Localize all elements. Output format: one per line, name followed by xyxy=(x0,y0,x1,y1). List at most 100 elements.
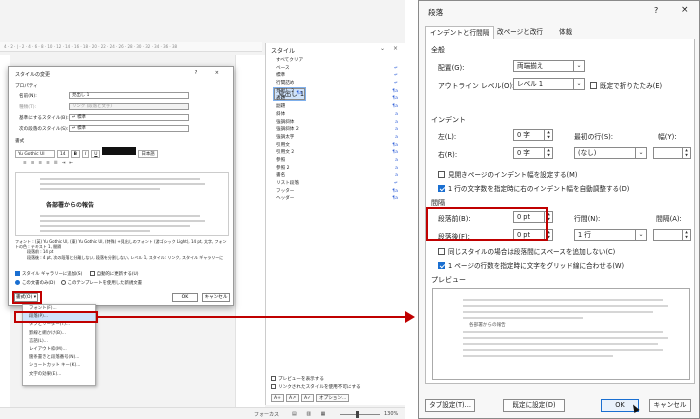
outline-level-select[interactable]: レベル 1 ⌄ xyxy=(513,78,585,90)
format-menu-item[interactable]: 箇条書きと段落番号(N)... xyxy=(23,354,95,362)
alignment-select[interactable]: 両端揃え ⌄ xyxy=(513,60,585,72)
style-item[interactable]: 標準 ↵ xyxy=(274,72,400,80)
linked-option[interactable]: リンクされたスタイルを使用不可にする xyxy=(271,384,361,392)
based-on-select[interactable]: ↵ 標準 xyxy=(69,114,189,121)
bold-button[interactable]: B xyxy=(70,150,80,158)
first-line-select[interactable]: (なし) ⌄ xyxy=(574,147,647,159)
style-item[interactable]: 引用文 2 ¶a xyxy=(274,149,400,157)
name-input[interactable]: 見出し 1 xyxy=(69,92,189,99)
style-item[interactable]: 斜体 a xyxy=(274,111,400,119)
zoom-level[interactable]: 130% xyxy=(384,411,398,417)
spinner-arrows-icon[interactable]: ▲ ▼ xyxy=(682,148,690,158)
style-item[interactable]: 強調太字 a xyxy=(274,134,400,142)
style-item[interactable]: 書名 a xyxy=(274,172,400,180)
snap-to-grid-checkbox[interactable] xyxy=(438,262,445,269)
focus-button[interactable]: フォーカス xyxy=(254,411,279,418)
style-item[interactable]: すべてクリア xyxy=(274,57,400,65)
template-radio[interactable] xyxy=(60,280,66,285)
zoom-slider-knob[interactable] xyxy=(356,411,359,418)
style-item[interactable]: フッター ¶a xyxy=(274,188,400,196)
underline-button[interactable]: U xyxy=(91,150,101,158)
styles-pane-controls[interactable]: ⌄ × xyxy=(380,45,401,52)
gallery-checkbox[interactable] xyxy=(15,271,20,276)
this-doc-radio[interactable] xyxy=(15,280,20,285)
view-buttons[interactable]: ▤ ▥ ▦ xyxy=(292,411,329,417)
style-item[interactable]: 見出し 2 ¶a xyxy=(274,88,400,96)
spinner-arrows-icon[interactable]: ▲ ▼ xyxy=(544,148,552,158)
align-justify-icon[interactable]: ≡ xyxy=(46,161,54,166)
style-item[interactable]: ベース ↵ xyxy=(274,65,400,73)
auto-adjust-option[interactable]: 1 行の文字数を指定時に右のインデント幅を自動調整する(D) xyxy=(438,183,629,193)
style-item[interactable]: 参照 2 a xyxy=(274,165,400,173)
font-color-select[interactable] xyxy=(102,147,137,155)
style-item[interactable]: 強調斜体 2 a xyxy=(274,126,400,134)
style-item[interactable]: 参照 a xyxy=(274,157,400,165)
style-item-label: すべてクリア xyxy=(276,58,304,63)
style-item-label: 参照 xyxy=(276,157,286,163)
style-type-icon: ¶a xyxy=(392,196,398,202)
collapsed-default-option[interactable]: 既定で折りたたみ(E) xyxy=(590,80,662,90)
modify-ok-button[interactable]: OK xyxy=(172,293,198,302)
options-button[interactable]: オプション... xyxy=(316,394,350,402)
callout-arrow-line xyxy=(98,316,408,318)
auto-adjust-checkbox[interactable] xyxy=(438,185,445,192)
spinner-arrows-icon[interactable]: ▲ ▼ xyxy=(544,130,552,140)
align-right-icon[interactable]: ≡ xyxy=(38,161,46,166)
zoom-slider[interactable] xyxy=(340,414,380,415)
linked-checkbox[interactable] xyxy=(271,384,276,389)
modify-cancel-button[interactable]: キャンセル xyxy=(202,293,230,302)
style-item[interactable]: 表題 ¶a xyxy=(274,95,400,103)
tab-typography[interactable]: 体裁 xyxy=(555,26,576,40)
style-inspector-icon[interactable]: A↗ xyxy=(286,394,299,402)
styles-pane-title: スタイル xyxy=(271,48,296,55)
tab-line-page-breaks[interactable]: 改ページと改行 xyxy=(493,26,547,40)
collapsed-default-checkbox[interactable] xyxy=(590,82,597,89)
format-menu-item[interactable]: レイアウト枠(M)... xyxy=(23,346,95,354)
line-spacing-select[interactable]: 1 行 ⌄ xyxy=(574,229,647,241)
outdent-icon[interactable]: ⇤ xyxy=(69,161,77,166)
tabs-button[interactable]: タブ設定(T)... xyxy=(425,399,475,412)
no-space-same-style-checkbox[interactable] xyxy=(438,248,445,255)
cancel-button[interactable]: キャンセル xyxy=(649,399,691,412)
manage-styles-icon[interactable]: A✓ xyxy=(301,394,314,402)
modify-dialog-controls[interactable]: ? × xyxy=(195,70,227,76)
left-indent-spinner[interactable]: 0 字 ▲ ▼ xyxy=(513,129,553,141)
width-spinner[interactable]: ▲ ▼ xyxy=(653,147,691,159)
no-space-same-style-option[interactable]: 同じスタイルの場合は段落間にスペースを追加しない(C) xyxy=(438,246,615,256)
language-select[interactable]: 日本語 xyxy=(138,150,158,158)
snap-to-grid-option[interactable]: 1 ページの行数を指定時に文字をグリッド線に合わせる(W) xyxy=(438,260,624,270)
format-menu-item[interactable]: 罫線と網かけ(B)... xyxy=(23,330,95,338)
new-style-icon[interactable]: A+ xyxy=(271,394,284,402)
style-item[interactable]: 副題 ¶a xyxy=(274,103,400,111)
style-item[interactable]: ヘッダー ¶a xyxy=(274,195,400,203)
next-style-select[interactable]: ↵ 標準 xyxy=(69,125,189,132)
italic-button[interactable]: I xyxy=(81,150,90,158)
right-indent-spinner[interactable]: 0 字 ▲ ▼ xyxy=(513,147,553,159)
spinner-arrows-icon[interactable]: ▲ ▼ xyxy=(682,230,690,240)
style-item[interactable]: リスト段落 ↵ xyxy=(274,180,400,188)
font-select[interactable]: Yu Gothic UI xyxy=(15,150,55,158)
format-menu-item[interactable]: 言語(L)... xyxy=(23,338,95,346)
mirror-indents-checkbox[interactable] xyxy=(438,171,445,178)
auto-update-checkbox[interactable] xyxy=(89,271,95,276)
set-default-button[interactable]: 既定に設定(D) xyxy=(503,399,565,412)
style-type-icon: ↵ xyxy=(394,73,398,79)
style-item[interactable]: 行間詰め ↵ xyxy=(274,80,400,88)
close-icon[interactable]: × xyxy=(681,5,689,15)
format-menu-item[interactable]: ショートカット キー(K)... xyxy=(23,362,95,370)
paragraph-dialog-title: 段落 xyxy=(428,8,444,17)
preview-checkbox[interactable] xyxy=(271,376,276,381)
style-type-icon: a xyxy=(395,173,398,179)
mirror-indents-option[interactable]: 見開きページのインデント幅を設定する(M) xyxy=(438,169,577,179)
tab-indent-spacing[interactable]: インデントと行間隔 xyxy=(425,26,495,40)
spacing-at-spinner[interactable]: ▲ ▼ xyxy=(653,229,691,241)
help-icon[interactable]: ? xyxy=(654,6,658,15)
preview-option[interactable]: プレビューを表示する xyxy=(271,376,361,384)
style-item[interactable]: 引用文 ¶a xyxy=(274,142,400,150)
format-menu-item[interactable]: 文字の効果(E)... xyxy=(23,371,95,379)
line-spacing-icon[interactable]: ☰ xyxy=(54,161,62,166)
size-select[interactable]: 14 xyxy=(57,150,69,158)
style-item[interactable]: 強調斜体 a xyxy=(274,119,400,127)
based-on-label: 基準にするスタイル(B): xyxy=(19,116,69,121)
align-left-icon[interactable]: ≡ xyxy=(23,161,31,166)
